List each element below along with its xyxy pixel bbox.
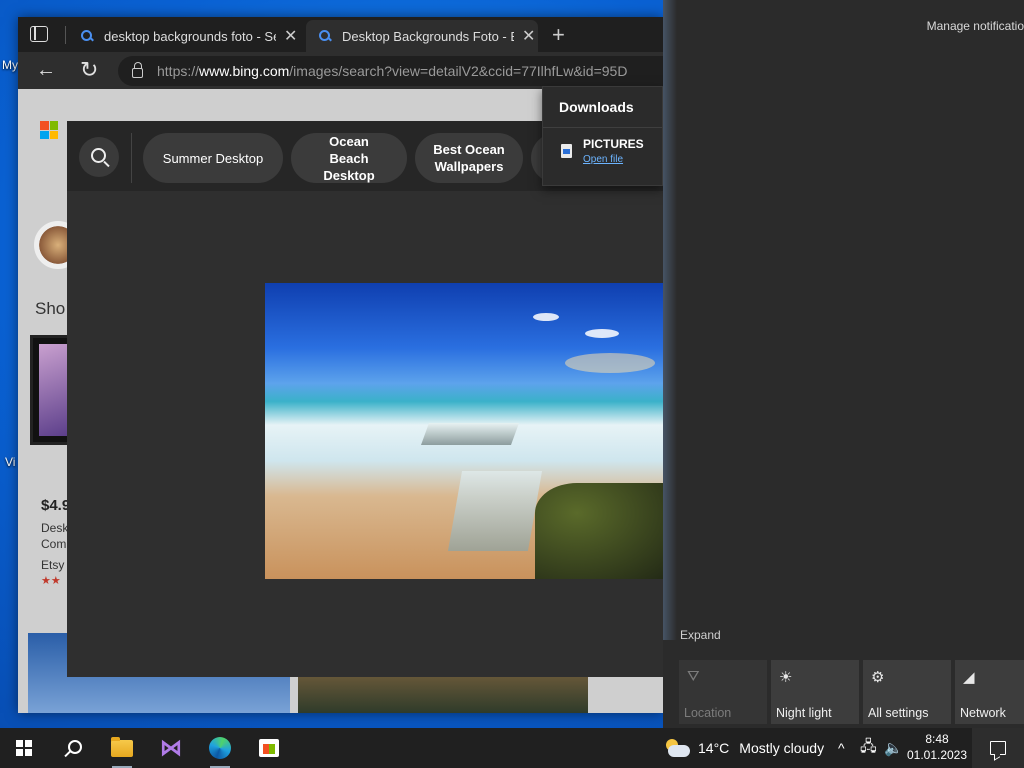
- quick-action-network[interactable]: ◢ Network: [955, 660, 1024, 724]
- address-bar: ← ↻ https://www.bing.com/images/search?v…: [18, 52, 663, 89]
- downloads-panel: Downloads PICTURES Open file: [542, 86, 663, 186]
- downloads-title: Downloads: [559, 99, 634, 115]
- notification-icon: [990, 741, 1006, 755]
- panel-edge: [663, 0, 677, 640]
- related-chip-summer-desktop[interactable]: Summer Desktop: [143, 133, 283, 183]
- search-favicon-icon: [80, 29, 94, 43]
- quick-action-night-light[interactable]: ☀ Night light: [771, 660, 859, 724]
- notification-center-button[interactable]: [972, 728, 1024, 768]
- tab-search-results[interactable]: desktop backgrounds foto - Sear ✕: [68, 20, 300, 52]
- divider: [543, 127, 662, 128]
- divider: [131, 133, 132, 183]
- open-file-link[interactable]: Open file: [583, 154, 623, 165]
- product-price: $4.9: [41, 497, 71, 514]
- taskbar: ⋈ 14°C Mostly cloudy ^ 🖧 🔈 8:48 01.01.20…: [0, 728, 1024, 768]
- weather-widget[interactable]: 14°C Mostly cloudy: [664, 728, 824, 768]
- close-icon[interactable]: ✕: [284, 26, 297, 46]
- image-thumbnail[interactable]: [298, 673, 588, 713]
- close-icon[interactable]: ✕: [522, 26, 535, 46]
- expand-link[interactable]: Expand: [680, 628, 721, 642]
- tab-title: desktop backgrounds foto - Sear: [104, 28, 276, 44]
- taskbar-store[interactable]: [245, 728, 293, 768]
- related-chip-ocean-beach-desktop[interactable]: Ocean Beach Desktop: [291, 133, 407, 183]
- url-field[interactable]: https://www.bing.com/images/search?view=…: [118, 56, 663, 86]
- quick-action-all-settings[interactable]: ⚙ All settings: [863, 660, 951, 724]
- partly-cloudy-icon: [664, 739, 690, 757]
- manage-notifications-link[interactable]: Manage notificatio: [927, 19, 1024, 33]
- microsoft-logo-icon[interactable]: [40, 121, 58, 139]
- product-desc-1: Desk: [41, 521, 69, 535]
- visual-studio-icon: ⋈: [160, 735, 182, 760]
- url-prefix: https://: [157, 63, 200, 79]
- sun-icon: ☀: [779, 669, 793, 686]
- show-hidden-icons[interactable]: ^: [838, 728, 845, 768]
- network-tray-icon[interactable]: 🖧: [860, 728, 877, 768]
- folder-icon: [111, 736, 133, 757]
- edge-icon: [209, 737, 231, 759]
- weather-temp: 14°C: [698, 740, 730, 756]
- quick-action-label: Location: [684, 706, 732, 720]
- network-icon: ◢: [963, 669, 975, 686]
- tab-image-detail[interactable]: Desktop Backgrounds Foto - Bin ✕: [306, 20, 538, 52]
- refresh-button[interactable]: ↻: [80, 58, 98, 82]
- desktop-icon-label-1[interactable]: My: [2, 58, 18, 72]
- tab-bar: desktop backgrounds foto - Sear ✕ Deskto…: [18, 17, 663, 52]
- product-rating: ★★: [41, 575, 61, 587]
- tab-actions-icon[interactable]: [30, 26, 48, 42]
- related-chip-best-ocean-wallpapers[interactable]: Best Ocean Wallpapers: [415, 133, 523, 183]
- quick-action-label: All settings: [868, 706, 929, 720]
- location-icon: ⛛: [687, 668, 700, 685]
- section-heading: Sho: [35, 299, 66, 318]
- volume-icon[interactable]: 🔈: [884, 728, 903, 768]
- search-favicon-icon: [318, 29, 332, 43]
- store-icon: [259, 739, 279, 757]
- quick-action-location[interactable]: ⛛ Location: [679, 660, 767, 724]
- search-icon: [63, 739, 82, 757]
- lock-icon[interactable]: [132, 62, 143, 78]
- quick-action-label: Network: [960, 706, 1006, 720]
- search-icon[interactable]: [79, 137, 119, 177]
- gear-icon: ⚙: [871, 669, 885, 686]
- main-image[interactable]: [265, 283, 663, 579]
- url-domain: www.bing.com: [199, 63, 290, 79]
- tab-separator: [65, 26, 66, 44]
- taskbar-edge[interactable]: [196, 728, 244, 768]
- start-button[interactable]: [0, 728, 48, 768]
- windows-logo-icon: [16, 740, 32, 756]
- tab-title: Desktop Backgrounds Foto - Bin: [342, 28, 514, 44]
- quick-action-label: Night light: [776, 706, 832, 720]
- action-center: Manage notificatio Expand ⛛ Location ☀ N…: [663, 0, 1024, 728]
- new-tab-button[interactable]: +: [552, 22, 565, 48]
- download-file-name[interactable]: PICTURES: [583, 137, 644, 151]
- clock[interactable]: 8:48 01.01.2023: [906, 731, 968, 763]
- image-viewer: Summer Desktop Ocean Beach Desktop Best …: [67, 121, 663, 677]
- date: 01.01.2023: [906, 748, 968, 762]
- back-button[interactable]: ←: [36, 58, 56, 82]
- url-path: /images/search?view=detailV2&ccid=77Ilhf…: [289, 63, 628, 79]
- time: 8:48: [925, 732, 949, 746]
- taskbar-file-explorer[interactable]: [98, 728, 146, 768]
- image-file-icon: [561, 144, 572, 158]
- taskbar-search-button[interactable]: [48, 728, 96, 768]
- product-desc-2: Com: [41, 537, 67, 551]
- weather-desc: Mostly cloudy: [739, 740, 825, 756]
- product-store: Etsy: [41, 558, 65, 572]
- taskbar-visual-studio[interactable]: ⋈: [147, 728, 195, 768]
- desktop-icon-label-2[interactable]: Vi: [5, 455, 15, 469]
